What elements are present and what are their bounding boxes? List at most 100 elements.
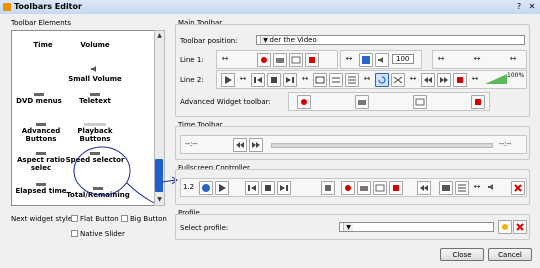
adv-record-button[interactable] [297, 95, 311, 109]
volume-slider-icon[interactable] [485, 74, 507, 84]
cancel-button[interactable]: Cancel [488, 248, 532, 261]
big-button-checkbox[interactable] [121, 215, 128, 222]
fs-next-button[interactable] [277, 181, 291, 195]
dvd-icon [34, 93, 44, 96]
fs-previous-button[interactable] [245, 181, 259, 195]
close-window-button[interactable]: ✕ [527, 2, 537, 12]
frame-by-frame-button[interactable] [305, 53, 319, 67]
flat-button-label: Flat Button [80, 215, 119, 223]
toolbar-elements-list[interactable]: Time Volume Small Volume DVD menus Telet… [11, 30, 156, 206]
playlist-button[interactable] [345, 73, 359, 87]
fs-frame-by-frame-button[interactable] [389, 181, 403, 195]
fs-play-button[interactable] [215, 181, 229, 195]
adv-frame-button[interactable] [471, 95, 485, 109]
stop-button[interactable] [267, 73, 281, 87]
scroll-up-icon[interactable]: ▲ [155, 31, 164, 40]
rewind-button[interactable] [233, 138, 247, 152]
spacer-icon: ↔ [473, 54, 481, 63]
shuffle-button[interactable] [391, 73, 405, 87]
remaining-time-display: --:-- [499, 140, 512, 148]
element-small-volume[interactable]: Small Volume [65, 65, 125, 83]
scroll-down-icon[interactable]: ▼ [155, 195, 164, 204]
spacer-icon: ↔ [221, 54, 229, 63]
fs-record-button[interactable] [341, 181, 355, 195]
spacer-icon: ↔ [509, 54, 517, 63]
vlc-icon [3, 3, 11, 11]
fs-fullscreen-button[interactable] [439, 181, 453, 195]
chevron-down-icon: ▼ [260, 36, 270, 44]
play-button[interactable] [221, 73, 235, 87]
line2-toolbar[interactable]: ↔ ↔ ↔ ↔ ↔ 100% [216, 70, 527, 89]
element-teletext[interactable]: Teletext [65, 93, 125, 105]
element-volume[interactable]: Volume [65, 41, 125, 49]
previous-button[interactable] [251, 73, 265, 87]
native-slider-label: Native Slider [80, 230, 125, 238]
widget-style-label: Next widget style: [11, 215, 75, 223]
spacer-icon: ↔ [345, 54, 353, 63]
advanced-toolbar-label: Advanced Widget toolbar: [180, 98, 271, 106]
fs-loop-ab-button[interactable] [373, 181, 387, 195]
close-button[interactable]: Close [440, 248, 484, 261]
help-button[interactable]: ? [514, 2, 524, 12]
fullscreen-button[interactable] [359, 53, 373, 67]
delete-profile-button[interactable] [513, 220, 527, 234]
chevron-down-icon: ▼ [343, 223, 353, 231]
elapsed-icon [36, 183, 46, 186]
line2-label: Line 2: [180, 76, 204, 84]
spacer-icon: ↔ [301, 74, 309, 83]
loop-ab-button[interactable] [289, 53, 303, 67]
line1-volume-toolbar[interactable]: ↔ 100 [340, 50, 422, 69]
fs-close-button[interactable] [511, 181, 525, 195]
next-button[interactable] [283, 73, 297, 87]
toolbar-position-label: Toolbar position: [180, 37, 238, 45]
element-advanced-buttons[interactable]: Advanced Buttons [13, 123, 69, 143]
adv-loop-ab-button[interactable] [413, 95, 427, 109]
extended-settings-button[interactable] [329, 73, 343, 87]
aspect-icon [36, 152, 46, 155]
toolbar-position-select[interactable]: Under the Video ▼ [256, 35, 525, 45]
advanced-icon [36, 123, 46, 126]
time-toolbar[interactable]: --:-- --:-- [180, 135, 527, 154]
line1-spacer-toolbar[interactable]: ↔ ↔ ↔ [432, 50, 527, 69]
spacer-icon: ↔ [239, 74, 247, 83]
frame-button[interactable] [453, 73, 467, 87]
fs-rewind-button[interactable] [417, 181, 431, 195]
element-aspect-ratio[interactable]: Aspect ratio selec [13, 152, 69, 172]
element-time[interactable]: Time [13, 41, 73, 49]
big-button-label: Big Button [130, 215, 167, 223]
slower-button[interactable] [421, 73, 435, 87]
profile-select[interactable]: ▼ [339, 222, 494, 232]
native-slider-checkbox[interactable] [71, 230, 78, 237]
spacer-icon: ↔ [363, 74, 371, 83]
new-profile-button[interactable] [498, 220, 512, 234]
adv-snapshot-button[interactable] [355, 95, 369, 109]
fs-frame-button[interactable] [321, 181, 335, 195]
flat-button-checkbox[interactable] [71, 215, 78, 222]
snapshot-button[interactable] [273, 53, 287, 67]
fs-snapshot-button[interactable] [357, 181, 371, 195]
fullscreen-toolbar[interactable]: 1.2 ↔ [180, 178, 527, 197]
volume-percent: 100% [507, 72, 525, 79]
fullscreen-toggle-button[interactable] [313, 73, 327, 87]
element-dvd-menus[interactable]: DVD menus [13, 93, 65, 105]
spacer-icon: ↔ [473, 182, 481, 191]
loop-button[interactable] [375, 73, 389, 87]
mute-button[interactable] [375, 53, 389, 67]
info-button[interactable] [199, 181, 213, 195]
forward-button[interactable] [249, 138, 263, 152]
seek-slider[interactable] [271, 143, 493, 148]
line1-toolbar[interactable]: ↔ [216, 50, 338, 69]
volume-spinbox[interactable]: 100 [392, 54, 414, 64]
advanced-widget-toolbar[interactable] [288, 92, 490, 111]
spacer-icon: ↔ [409, 74, 417, 83]
record-button[interactable] [257, 53, 271, 67]
element-elapsed-time[interactable]: Elapsed time [13, 183, 69, 195]
spacer-icon: ↔ [437, 54, 445, 63]
toolbar-elements-title: Toolbar Elements [11, 19, 72, 27]
faster-button[interactable] [437, 73, 451, 87]
fs-stop-button[interactable] [261, 181, 275, 195]
speaker-icon [91, 66, 96, 72]
fs-playlist-button[interactable] [455, 181, 469, 195]
playback-icon [84, 123, 106, 126]
element-playback-buttons[interactable]: Playback Buttons [65, 123, 125, 143]
